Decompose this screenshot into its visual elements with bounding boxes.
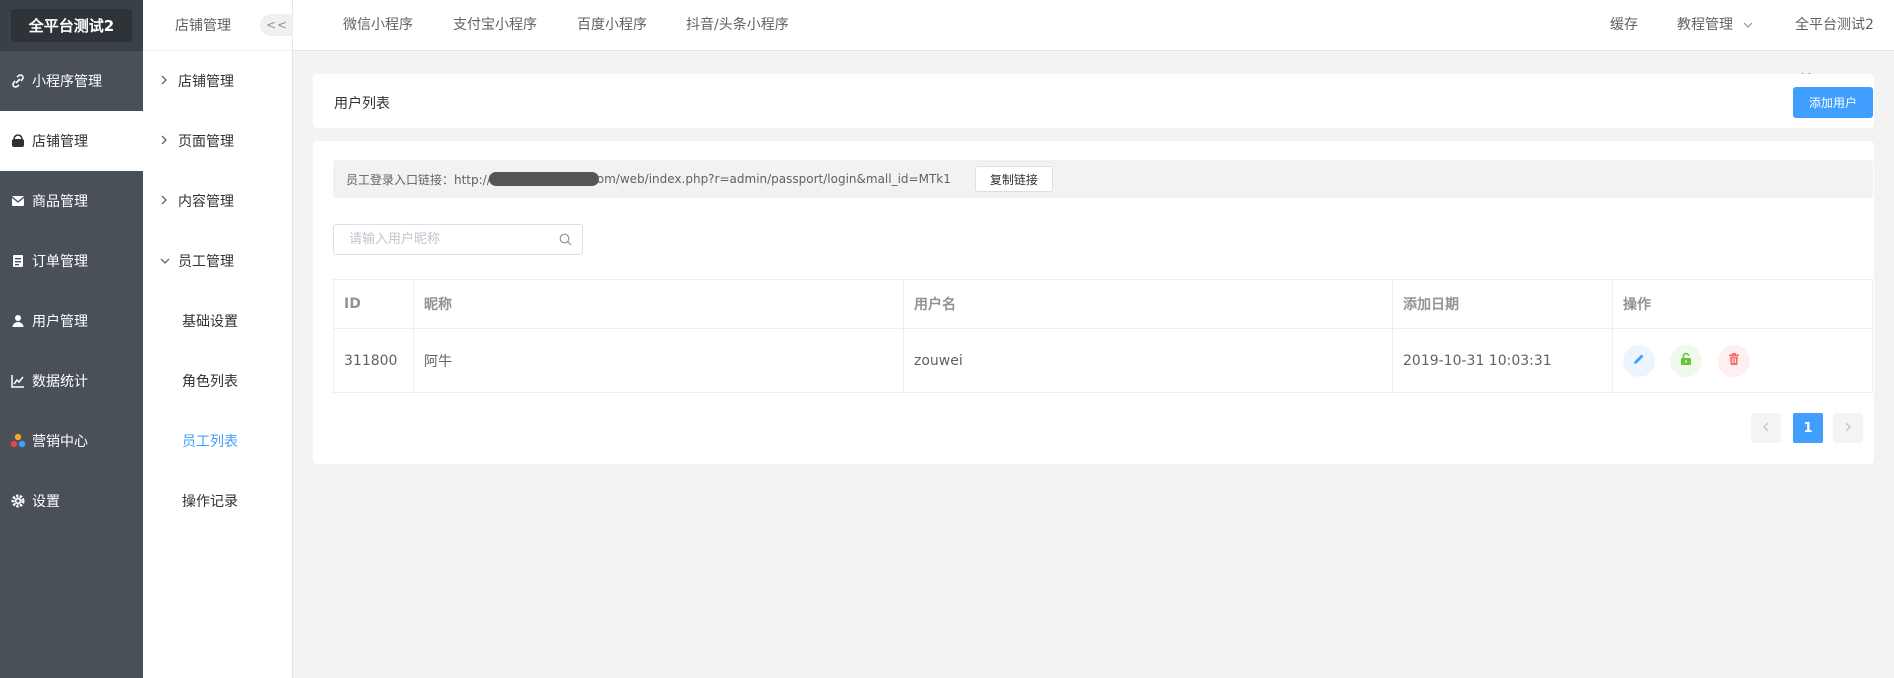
cell-id: 311800 [333,328,414,393]
sidebar-item-label: 设置 [32,494,60,510]
sub-group-content[interactable]: 内容管理 [143,171,292,231]
sub-group-shop[interactable]: 店铺管理 [143,51,292,111]
unlock-button[interactable] [1670,344,1703,377]
sub-group-pages[interactable]: 页面管理 [143,111,292,171]
chevron-right-icon [1844,421,1852,436]
tab-baidu[interactable]: 百度小程序 [577,0,647,50]
chevron-right-icon [160,194,174,208]
sub-group-label: 店铺管理 [178,74,234,90]
login-link-url: om/web/index.php?r=admin/passport/login&… [596,172,951,186]
tab-douyin[interactable]: 抖音/头条小程序 [686,0,789,50]
sidebar-item-users[interactable]: 用户管理 [0,291,143,351]
sub-sidebar-header: 店铺管理 << [143,0,294,51]
chart-icon [10,373,26,389]
chevron-right-icon [160,134,174,148]
tutorial-label: 教程管理 [1677,17,1733,33]
sub-item-role-list[interactable]: 角色列表 [143,351,292,411]
sidebar-item-shop[interactable]: 店铺管理 [0,111,143,171]
main-sidebar: 全平台测试2 小程序管理 店铺管理 商品管理 订单管理 用户管理 数据统计 营销… [0,0,143,678]
table-row: 311800 阿牛 zouwei 2019-10-31 10:03:31 [333,328,1873,393]
app-logo[interactable]: 全平台测试2 [10,9,133,42]
redacted-domain [488,172,599,186]
tab-wechat[interactable]: 微信小程序 [343,0,413,50]
column-header-nickname: 昵称 [413,279,904,329]
edit-button[interactable] [1623,344,1655,377]
sidebar-item-marketing[interactable]: 营销中心 [0,411,143,471]
unlock-icon [1679,352,1693,370]
cell-actions [1612,328,1873,393]
sidebar-item-goods[interactable]: 商品管理 [0,171,143,231]
link-icon [10,73,26,89]
account-label: 全平台测试2 [1795,17,1874,33]
page-number-current[interactable]: 1 [1793,413,1823,443]
sidebar-item-label: 数据统计 [32,374,88,390]
chevron-right-icon [160,74,174,88]
sub-group-label: 内容管理 [178,194,234,210]
tutorial-menu[interactable]: 教程管理 [1677,0,1753,50]
login-link-label: 员工登录入口链接：http:// [346,172,491,187]
sidebar-item-label: 商品管理 [32,194,88,210]
delete-button[interactable] [1717,344,1750,377]
cell-date: 2019-10-31 10:03:31 [1392,328,1613,393]
sidebar-item-orders[interactable]: 订单管理 [0,231,143,291]
sub-sidebar-title: 店铺管理 [175,18,231,34]
gear-icon [10,493,26,509]
sub-item-operation-log[interactable]: 操作记录 [143,471,292,531]
list-icon [10,253,26,269]
envelope-icon [10,193,26,209]
sub-sidebar: 店铺管理 << 店铺管理 页面管理 内容管理 员工管理 基础设置 角色列表 员工… [143,0,294,678]
search-box [333,224,583,255]
account-menu[interactable]: 全平台测试2 [1795,0,1894,78]
column-header-actions: 操作 [1612,279,1873,329]
top-nav: 微信小程序 支付宝小程序 百度小程序 抖音/头条小程序 缓存 教程管理 全平台测… [293,0,1894,78]
cell-username: zouwei [903,328,1393,393]
table-header-row: ID 昵称 用户名 添加日期 操作 [333,279,1873,329]
sub-item-staff-list[interactable]: 员工列表 [143,411,292,471]
sub-group-staff[interactable]: 员工管理 [143,231,292,291]
header-card: 用户列表 添加用户 [313,74,1874,128]
cell-nickname: 阿牛 [413,328,904,393]
chevron-down-icon [1743,0,1753,50]
cache-link[interactable]: 缓存 [1610,0,1638,50]
pencil-icon [1632,352,1646,370]
collapse-button[interactable]: << [260,14,294,36]
logo-area: 全平台测试2 [0,0,143,51]
chevron-down-icon [160,254,174,268]
sidebar-item-miniprogram[interactable]: 小程序管理 [0,51,143,111]
sidebar-item-label: 订单管理 [32,254,88,270]
page-title: 用户列表 [334,96,390,112]
add-user-button[interactable]: 添加用户 [1793,87,1873,118]
next-page-button[interactable] [1833,413,1863,443]
column-header-id: ID [333,279,414,329]
column-header-username: 用户名 [903,279,1393,329]
search-icon[interactable] [559,233,572,250]
sidebar-item-label: 营销中心 [32,434,88,450]
users-table: ID 昵称 用户名 添加日期 操作 311800 阿牛 zouwei 2019-… [333,279,1873,393]
tab-alipay[interactable]: 支付宝小程序 [453,0,537,50]
shop-icon [10,133,26,149]
sub-group-label: 员工管理 [178,254,234,270]
login-link-bar: 员工登录入口链接：http:// om/web/index.php?r=admi… [333,160,1873,198]
copy-link-button[interactable]: 复制链接 [974,166,1053,192]
marketing-icon [10,433,26,449]
trash-icon [1727,352,1741,370]
sub-group-label: 页面管理 [178,134,234,150]
prev-page-button[interactable] [1751,413,1781,443]
sub-item-basic-settings[interactable]: 基础设置 [143,291,292,351]
sidebar-item-settings[interactable]: 设置 [0,471,143,531]
sidebar-item-label: 店铺管理 [32,134,88,150]
sidebar-item-statistics[interactable]: 数据统计 [0,351,143,411]
user-icon [10,313,26,329]
search-input[interactable] [334,225,534,254]
sidebar-item-label: 用户管理 [32,314,88,330]
column-header-date: 添加日期 [1392,279,1613,329]
chevron-left-icon [1762,421,1770,436]
sidebar-item-label: 小程序管理 [32,74,102,90]
